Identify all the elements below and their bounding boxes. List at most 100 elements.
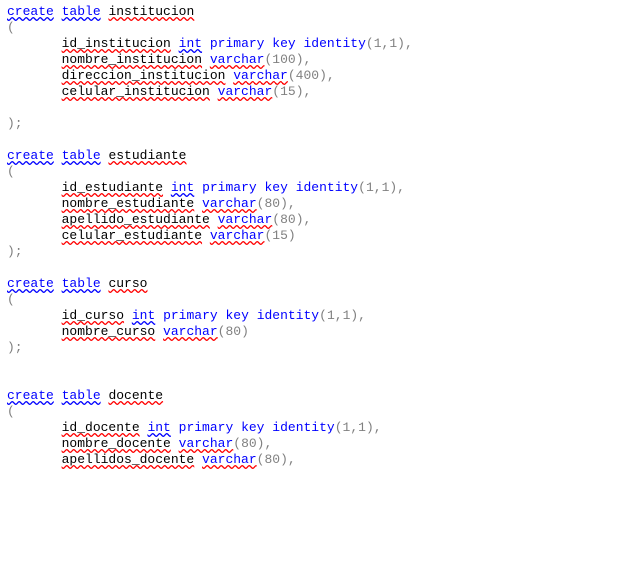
- code-token: (: [7, 404, 15, 419]
- code-token: create: [7, 276, 54, 291]
- code-token: 80: [264, 452, 280, 467]
- code-token: 80: [241, 436, 257, 451]
- code-token: [124, 308, 132, 323]
- code-token: varchar: [218, 212, 273, 227]
- code-token: create: [7, 148, 54, 163]
- code-token: [54, 4, 62, 19]
- code-token: [249, 308, 257, 323]
- code-token: ),: [296, 84, 312, 99]
- code-token: nombre_curso: [62, 324, 156, 339]
- code-line: create table docente: [7, 388, 627, 404]
- code-token: identity: [304, 36, 366, 51]
- code-token: [210, 212, 218, 227]
- code-token: int: [132, 308, 155, 323]
- code-token: [54, 276, 62, 291]
- code-token: key: [241, 420, 264, 435]
- code-line: nombre_curso varchar(80): [7, 324, 627, 340]
- code-line: [7, 100, 627, 116]
- code-token: [296, 36, 304, 51]
- code-token: (: [7, 20, 15, 35]
- code-token: identity: [272, 420, 334, 435]
- code-token: 1: [389, 36, 397, 51]
- code-token: 15: [272, 228, 288, 243]
- code-token: identity: [257, 308, 319, 323]
- code-token: (: [288, 68, 296, 83]
- code-token: (: [319, 308, 327, 323]
- code-token: [210, 84, 218, 99]
- code-token: varchar: [210, 52, 265, 67]
- code-token: celular_institucion: [62, 84, 210, 99]
- code-token: varchar: [202, 452, 257, 467]
- code-line: (: [7, 404, 627, 420]
- code-token: int: [171, 180, 194, 195]
- code-token: int: [179, 36, 202, 51]
- code-line: [7, 356, 627, 372]
- code-token: varchar: [218, 84, 273, 99]
- code-token: ),: [350, 308, 366, 323]
- code-token: primary: [210, 36, 265, 51]
- code-token: 1: [358, 420, 366, 435]
- code-line: nombre_docente varchar(80),: [7, 436, 627, 452]
- code-line: id_institucion int primary key identity(…: [7, 36, 627, 52]
- code-token: primary: [179, 420, 234, 435]
- code-line: celular_institucion varchar(15),: [7, 84, 627, 100]
- code-token: ,: [374, 180, 382, 195]
- code-token: (: [366, 36, 374, 51]
- code-token: [202, 36, 210, 51]
- code-token: [7, 180, 62, 195]
- code-token: [7, 36, 62, 51]
- code-token: (: [233, 436, 241, 451]
- code-line: [7, 260, 627, 276]
- code-token: 100: [272, 52, 295, 67]
- code-token: direccion_institucion: [62, 68, 226, 83]
- code-token: [7, 68, 62, 83]
- code-line: (: [7, 20, 627, 36]
- code-token: ),: [366, 420, 382, 435]
- code-token: ),: [296, 52, 312, 67]
- code-token: ,: [335, 308, 343, 323]
- code-line: [7, 132, 627, 148]
- code-token: int: [147, 420, 170, 435]
- code-token: (: [335, 420, 343, 435]
- code-token: [202, 52, 210, 67]
- code-token: );: [7, 116, 23, 131]
- code-line: create table estudiante: [7, 148, 627, 164]
- code-token: varchar: [163, 324, 218, 339]
- code-token: table: [62, 4, 101, 19]
- code-token: [163, 180, 171, 195]
- code-token: [7, 196, 62, 211]
- code-line: );: [7, 340, 627, 356]
- code-token: ): [288, 228, 296, 243]
- code-token: (: [7, 292, 15, 307]
- code-token: id_estudiante: [62, 180, 163, 195]
- code-token: [194, 196, 202, 211]
- code-token: (: [7, 164, 15, 179]
- code-token: varchar: [202, 196, 257, 211]
- code-token: key: [272, 36, 295, 51]
- code-token: [7, 228, 62, 243]
- code-token: [194, 180, 202, 195]
- code-token: table: [62, 148, 101, 163]
- code-token: ): [241, 324, 249, 339]
- code-token: apellido_estudiante: [62, 212, 210, 227]
- code-line: create table curso: [7, 276, 627, 292]
- code-token: nombre_institucion: [62, 52, 202, 67]
- code-token: [202, 228, 210, 243]
- code-token: [7, 84, 62, 99]
- code-line: id_curso int primary key identity(1,1),: [7, 308, 627, 324]
- code-token: [233, 420, 241, 435]
- code-line: celular_estudiante varchar(15): [7, 228, 627, 244]
- code-token: estudiante: [108, 148, 186, 163]
- code-token: apellidos_docente: [62, 452, 195, 467]
- code-token: nombre_estudiante: [62, 196, 195, 211]
- code-token: [194, 452, 202, 467]
- code-token: [7, 212, 62, 227]
- code-line: id_docente int primary key identity(1,1)…: [7, 420, 627, 436]
- code-token: [155, 324, 163, 339]
- code-token: primary: [202, 180, 257, 195]
- code-token: (: [272, 84, 280, 99]
- code-token: key: [264, 180, 287, 195]
- code-token: (: [272, 212, 280, 227]
- code-token: [155, 308, 163, 323]
- code-token: docente: [108, 388, 163, 403]
